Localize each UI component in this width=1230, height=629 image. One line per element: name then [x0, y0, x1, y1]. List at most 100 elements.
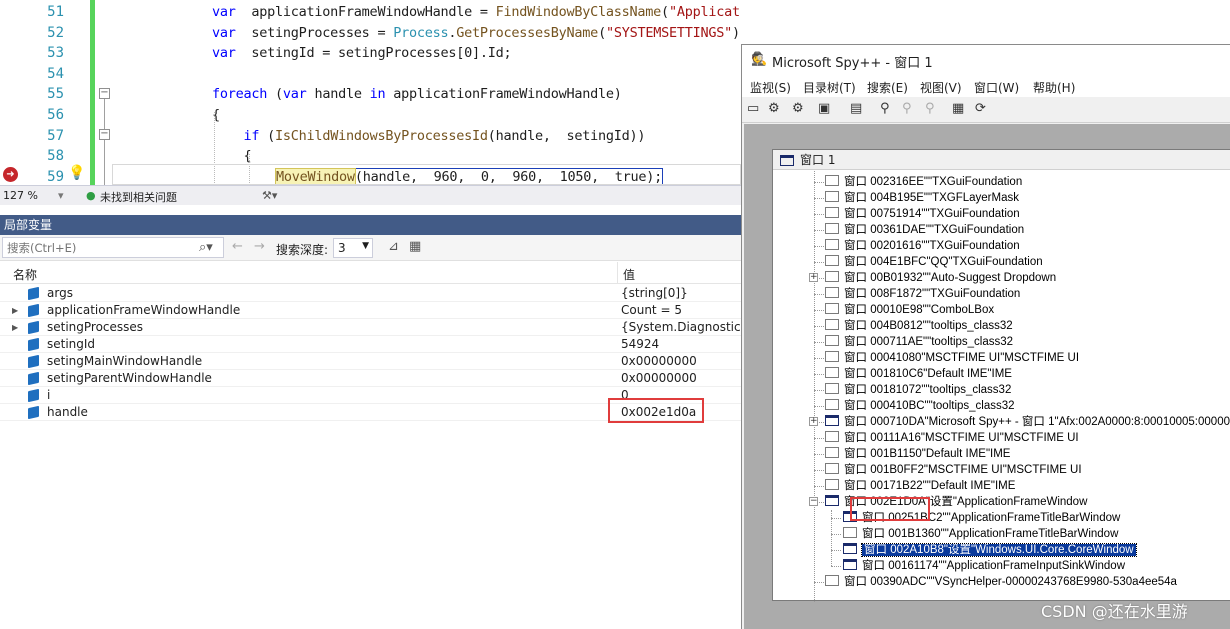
code-line[interactable]: 53 var setingId = setingProcesses[0].Id;	[0, 43, 741, 64]
tree-node[interactable]: 窗口 00390ADC""VSyncHelper-00000243768E998…	[825, 574, 1177, 590]
tree-node[interactable]: 窗口 001B1360""ApplicationFrameTitleBarWin…	[843, 526, 1118, 542]
tree-node[interactable]: 窗口 00010E98""ComboLBox	[825, 302, 994, 318]
tree-node[interactable]: 窗口 00171B22""Default IME"IME	[825, 478, 1015, 494]
tree-window-title-bar[interactable]: 窗口 1	[773, 150, 1230, 170]
variable-icon	[28, 388, 39, 403]
tree-node[interactable]: 窗口 002A10B8"设置"Windows.UI.Core.CoreWindo…	[843, 542, 1137, 558]
windows-icon[interactable]: ▭	[747, 101, 759, 116]
menu-help[interactable]: 帮助(H)	[1033, 79, 1075, 96]
menu-view[interactable]: 视图(V)	[920, 79, 962, 96]
refresh-icon[interactable]: ⟳	[975, 101, 986, 116]
tree-node[interactable]: 窗口 00041080"MSCTFIME UI"MSCTFIME UI	[825, 350, 1079, 366]
code-line[interactable]: 57 if (IsChildWindowsByProcessesId(handl…	[0, 126, 741, 147]
tree-node[interactable]: 窗口 00111A16"MSCTFIME UI"MSCTFIME UI	[825, 430, 1079, 446]
hex-display-icon[interactable]: ▦	[409, 239, 421, 254]
menu-search[interactable]: 搜索(E)	[867, 79, 908, 96]
code-line[interactable]: 52 var setingProcesses = Process.GetProce…	[0, 23, 741, 44]
forward-arrow-icon[interactable]: →	[254, 239, 265, 254]
find-window-icon[interactable]: ⚲	[880, 101, 890, 116]
value-column-header[interactable]: 值	[623, 266, 635, 283]
column-divider[interactable]	[617, 262, 618, 284]
window-icon	[825, 447, 839, 458]
code-line[interactable]: 51 var applicationFrameWindowHandle = Fin…	[0, 2, 741, 23]
tree-node-label: 窗口 008F1872""TXGuiFoundation	[844, 288, 1021, 300]
window-icon	[825, 575, 839, 586]
back-arrow-icon[interactable]: ←	[232, 239, 243, 254]
tree-node[interactable]: 窗口 004B0812""tooltips_class32	[825, 318, 1013, 334]
tree-node[interactable]: 窗口 000410BC""tooltips_class32	[825, 398, 1015, 414]
tree-node-label: 窗口 00161174""ApplicationFrameInputSinkWi…	[862, 560, 1126, 572]
breakpoint-arrow-icon[interactable]: ➜	[3, 167, 18, 182]
code-editor[interactable]: 51 var applicationFrameWindowHandle = Fin…	[0, 0, 741, 185]
window-tree[interactable]: 窗口 002316EE""TXGuiFoundation 窗口 004B195E"…	[773, 171, 1230, 602]
window-icon	[825, 191, 839, 202]
zoom-dropdown-icon[interactable]: ▾	[58, 189, 64, 202]
messages-icon[interactable]: ▣	[818, 101, 830, 116]
zoom-level[interactable]: 127 %	[3, 189, 38, 202]
tree-guide-line	[831, 550, 841, 551]
processes-icon[interactable]: ⚙	[768, 101, 780, 116]
tree-node-label: 窗口 00171B22""Default IME"IME	[844, 480, 1016, 492]
lightbulb-icon[interactable]: 💡	[68, 165, 85, 181]
log-icon[interactable]: ▤	[850, 101, 862, 116]
find-next-icon[interactable]: ⚲	[902, 101, 912, 116]
tree-node[interactable]: 窗口 00161174""ApplicationFrameInputSinkWi…	[843, 558, 1125, 574]
find-prev-icon[interactable]: ⚲	[925, 101, 935, 116]
locals-search-input[interactable]	[7, 241, 187, 255]
locals-row[interactable]: args {string[0]}	[0, 285, 741, 302]
expand-node-button[interactable]: +	[809, 273, 818, 282]
collapse-foreach-button[interactable]: −	[99, 88, 110, 99]
code-token: setingProcesses =	[235, 24, 394, 41]
tree-node[interactable]: 窗口 00181072""tooltips_class32	[825, 382, 1011, 398]
locals-row[interactable]: ▶ applicationFrameWindowHandle Count = 5	[0, 302, 741, 319]
menu-monitor[interactable]: 监视(S)	[750, 79, 791, 96]
spy-title-bar[interactable]: 🕵 Microsoft Spy++ - 窗口 1	[742, 45, 1230, 75]
code-line[interactable]: 56{	[0, 105, 741, 126]
expand-arrow-icon[interactable]: ▶	[12, 319, 18, 336]
search-depth-select[interactable]: 3 ▼	[333, 238, 373, 258]
tree-guide-line	[814, 486, 824, 487]
tree-node[interactable]: 窗口 004B195E""TXGFLayerMask	[825, 190, 1019, 206]
properties-icon[interactable]: ▦	[952, 101, 964, 116]
code-text: if (IsChildWindowsByProcessesId(handle, …	[212, 126, 646, 146]
search-icon[interactable]: ⌕▾	[199, 240, 213, 255]
tree-node[interactable]: 窗口 000710DA"Microsoft Spy++ - 窗口 1"Afx:0…	[825, 414, 1230, 430]
tree-node[interactable]: 窗口 001B1150"Default IME"IME	[825, 446, 1010, 462]
pin-icon[interactable]: ⊿	[388, 239, 399, 254]
tree-node[interactable]: 窗口 001B0FF2"MSCTFIME UI"MSCTFIME UI	[825, 462, 1082, 478]
tree-guide-line	[831, 566, 841, 567]
tree-node[interactable]: 窗口 00201616""TXGuiFoundation	[825, 238, 1020, 254]
line-number: 52	[47, 24, 64, 41]
threads-icon[interactable]: ⚙	[792, 101, 804, 116]
locals-row[interactable]: setingParentWindowHandle 0x00000000	[0, 370, 741, 387]
tree-node[interactable]: 窗口 000711AE""tooltips_class32	[825, 334, 1013, 350]
issues-status[interactable]: 未找到相关问题	[100, 189, 177, 205]
brush-icon[interactable]: ⚒▾	[262, 189, 277, 202]
window-icon	[825, 239, 839, 250]
tree-node[interactable]: 窗口 002316EE""TXGuiFoundation	[825, 174, 1022, 190]
tree-node-label: 窗口 00751914""TXGuiFoundation	[844, 208, 1020, 220]
tree-node[interactable]: 窗口 00B01932""Auto-Suggest Dropdown	[825, 270, 1056, 286]
locals-row[interactable]: setingMainWindowHandle 0x00000000	[0, 353, 741, 370]
tree-node[interactable]: 窗口 00361DAE""TXGuiFoundation	[825, 222, 1024, 238]
name-column-header[interactable]: 名称	[13, 266, 37, 283]
collapse-if-button[interactable]: −	[99, 129, 110, 140]
tree-node[interactable]: 窗口 004E1BFC"QQ"TXGuiFoundation	[825, 254, 1043, 270]
expand-node-button[interactable]: +	[809, 417, 818, 426]
tree-node[interactable]: 窗口 008F1872""TXGuiFoundation	[825, 286, 1020, 302]
code-token: (	[267, 86, 283, 103]
code-line[interactable]: 54	[0, 64, 741, 85]
tree-node[interactable]: 窗口 00751914""TXGuiFoundation	[825, 206, 1020, 222]
tree-node[interactable]: 窗口 001810C6"Default IME"IME	[825, 366, 1012, 382]
locals-search-box[interactable]	[2, 237, 224, 258]
menu-window[interactable]: 窗口(W)	[974, 79, 1019, 96]
locals-row[interactable]: setingId 54924	[0, 336, 741, 353]
expand-arrow-icon[interactable]: ▶	[12, 302, 18, 319]
collapse-node-button[interactable]: −	[809, 497, 818, 506]
code-line[interactable]: 55 foreach (var handle in applicationFram…	[0, 84, 741, 105]
code-token: var	[282, 86, 307, 103]
code-token: if	[243, 127, 260, 144]
locals-row[interactable]: ▶ setingProcesses {System.Diagnostics.Pr	[0, 319, 741, 336]
tree-node-label: 窗口 00201616""TXGuiFoundation	[844, 240, 1020, 252]
menu-tree[interactable]: 目录树(T)	[803, 79, 856, 96]
